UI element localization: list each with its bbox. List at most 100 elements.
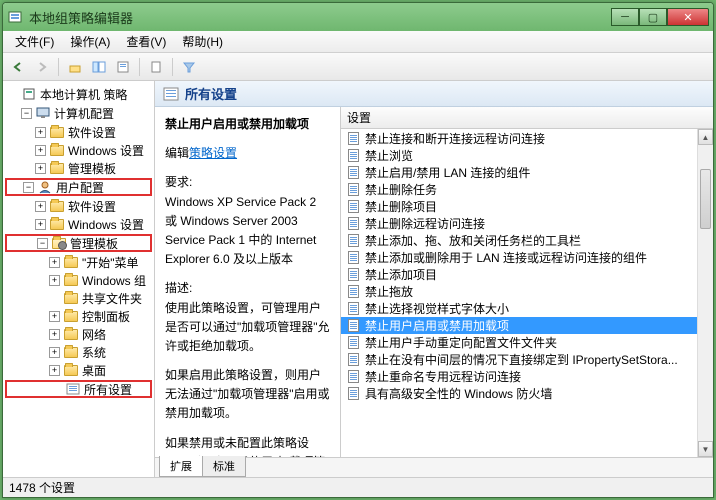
list-item[interactable]: 禁止添加、拖、放和关闭任务栏的工具栏 bbox=[341, 232, 713, 249]
policy-doc-icon bbox=[345, 302, 361, 316]
list-item[interactable]: 禁止用户手动重定向配置文件文件夹 bbox=[341, 334, 713, 351]
tree-pane[interactable]: 本地计算机 策略 − 计算机配置 +软件设置 +Windows 设置 +管理模板… bbox=[3, 81, 155, 477]
properties-button[interactable] bbox=[112, 56, 134, 78]
titlebar[interactable]: 本地组策略编辑器 ─ ▢ ✕ bbox=[3, 3, 713, 31]
policy-doc-icon bbox=[345, 166, 361, 180]
pane-title: 所有设置 bbox=[185, 84, 237, 103]
tree-item[interactable]: +"开始"菜单 bbox=[5, 253, 152, 271]
expand-icon[interactable]: + bbox=[35, 201, 46, 212]
main-window: 本地组策略编辑器 ─ ▢ ✕ 文件(F) 操作(A) 查看(V) 帮助(H) 本… bbox=[2, 2, 714, 498]
menu-file[interactable]: 文件(F) bbox=[7, 31, 62, 52]
list-item[interactable]: 禁止连接和断开连接远程访问连接 bbox=[341, 130, 713, 147]
list-item[interactable]: 禁止拖放 bbox=[341, 283, 713, 300]
separator bbox=[58, 58, 59, 76]
list-item[interactable]: 禁止在没有中间层的情况下直接绑定到 IPropertySetStora... bbox=[341, 351, 713, 368]
settings-list-icon bbox=[65, 382, 81, 396]
policy-doc-icon bbox=[345, 200, 361, 214]
list-item[interactable]: 禁止删除项目 bbox=[341, 198, 713, 215]
filter-button[interactable] bbox=[178, 56, 200, 78]
tree-item[interactable]: +控制面板 bbox=[5, 307, 152, 325]
expand-icon[interactable]: + bbox=[49, 329, 60, 340]
app-icon bbox=[7, 9, 23, 25]
scroll-thumb[interactable] bbox=[700, 169, 711, 229]
policy-icon bbox=[21, 87, 37, 101]
back-button[interactable] bbox=[7, 56, 29, 78]
tab-standard[interactable]: 标准 bbox=[202, 456, 246, 477]
right-pane: 所有设置 禁止用户启用或禁用加载项 编辑策略设置 要求: Windows XP … bbox=[155, 81, 713, 477]
list-item[interactable]: 禁止重命名专用远程访问连接 bbox=[341, 368, 713, 385]
column-header[interactable]: 设置 bbox=[341, 107, 713, 129]
tree-item[interactable]: +Windows 设置 bbox=[5, 215, 152, 233]
tree-item[interactable]: +网络 bbox=[5, 325, 152, 343]
policy-doc-icon bbox=[345, 285, 361, 299]
tree-item[interactable]: +Windows 设置 bbox=[5, 141, 152, 159]
expand-icon[interactable]: + bbox=[49, 365, 60, 376]
maximize-button[interactable]: ▢ bbox=[639, 8, 667, 26]
tree-item[interactable]: +系统 bbox=[5, 343, 152, 361]
requirements-label: 要求: bbox=[165, 173, 330, 192]
tree-admin-templates[interactable]: − 管理模板 bbox=[5, 234, 152, 252]
statusbar: 1478 个设置 bbox=[3, 477, 713, 497]
expand-icon[interactable]: + bbox=[49, 275, 60, 286]
list-item[interactable]: 禁止删除远程访问连接 bbox=[341, 215, 713, 232]
list-item[interactable]: 禁止用户启用或禁用加载项 bbox=[341, 317, 713, 334]
expand-icon[interactable]: + bbox=[35, 145, 46, 156]
expand-icon[interactable]: + bbox=[49, 311, 60, 322]
tree-computer-config[interactable]: − 计算机配置 bbox=[5, 104, 152, 122]
expand-icon[interactable]: + bbox=[49, 347, 60, 358]
expand-icon[interactable]: + bbox=[35, 163, 46, 174]
tree-user-config[interactable]: − 用户配置 bbox=[5, 178, 152, 196]
description-text: 如果禁用或未配置此策略设置，则用户可以使用"加载项管理器"中 bbox=[165, 434, 330, 457]
policy-doc-icon bbox=[345, 149, 361, 163]
tree-item[interactable]: +Windows 组 bbox=[5, 271, 152, 289]
show-tree-button[interactable] bbox=[88, 56, 110, 78]
toolbar bbox=[3, 53, 713, 81]
expand-icon[interactable]: + bbox=[35, 127, 46, 138]
list-item[interactable]: 禁止选择视觉样式字体大小 bbox=[341, 300, 713, 317]
up-button[interactable] bbox=[64, 56, 86, 78]
list-item[interactable]: 禁止启用/禁用 LAN 连接的组件 bbox=[341, 164, 713, 181]
forward-button[interactable] bbox=[31, 56, 53, 78]
description-label: 描述: bbox=[165, 279, 330, 298]
content-area: 本地计算机 策略 − 计算机配置 +软件设置 +Windows 设置 +管理模板… bbox=[3, 81, 713, 477]
tree-item[interactable]: 共享文件夹 bbox=[5, 289, 152, 307]
scroll-up-button[interactable]: ▲ bbox=[698, 129, 713, 145]
menu-view[interactable]: 查看(V) bbox=[118, 31, 174, 52]
expand-icon[interactable]: + bbox=[35, 219, 46, 230]
settings-list[interactable]: 设置 禁止连接和断开连接远程访问连接禁止浏览禁止启用/禁用 LAN 连接的组件禁… bbox=[341, 107, 713, 457]
computer-icon bbox=[35, 106, 51, 120]
policy-doc-icon bbox=[345, 251, 361, 265]
tree-item[interactable]: +桌面 bbox=[5, 361, 152, 379]
user-icon bbox=[37, 180, 53, 194]
list-item[interactable]: 禁止添加或删除用于 LAN 连接或远程访问连接的组件 bbox=[341, 249, 713, 266]
policy-doc-icon bbox=[345, 217, 361, 231]
tree-item[interactable]: +管理模板 bbox=[5, 159, 152, 177]
minimize-button[interactable]: ─ bbox=[611, 8, 639, 26]
list-item[interactable]: 禁止添加项目 bbox=[341, 266, 713, 283]
description-text: 如果启用此策略设置，则用户无法通过"加载项管理器"启用或禁用加载项。 bbox=[165, 366, 330, 424]
menu-action[interactable]: 操作(A) bbox=[62, 31, 118, 52]
menu-help[interactable]: 帮助(H) bbox=[174, 31, 231, 52]
tree-root[interactable]: 本地计算机 策略 bbox=[5, 85, 152, 103]
menubar: 文件(F) 操作(A) 查看(V) 帮助(H) bbox=[3, 31, 713, 53]
close-button[interactable]: ✕ bbox=[667, 8, 709, 26]
scrollbar-vertical[interactable]: ▲ ▼ bbox=[697, 129, 713, 457]
pane-header: 所有设置 bbox=[155, 81, 713, 107]
list-item[interactable]: 禁止浏览 bbox=[341, 147, 713, 164]
detail-pane: 禁止用户启用或禁用加载项 编辑策略设置 要求: Windows XP Servi… bbox=[155, 107, 341, 457]
scroll-down-button[interactable]: ▼ bbox=[698, 441, 713, 457]
tree-item[interactable]: +软件设置 bbox=[5, 197, 152, 215]
collapse-icon[interactable]: − bbox=[23, 182, 34, 193]
list-item[interactable]: 禁止删除任务 bbox=[341, 181, 713, 198]
tree-all-settings[interactable]: 所有设置 bbox=[5, 380, 152, 398]
collapse-icon[interactable]: − bbox=[37, 238, 48, 249]
export-button[interactable] bbox=[145, 56, 167, 78]
policy-doc-icon bbox=[345, 387, 361, 401]
tree-item[interactable]: +软件设置 bbox=[5, 123, 152, 141]
collapse-icon[interactable]: − bbox=[21, 108, 32, 119]
list-item[interactable]: 具有高级安全性的 Windows 防火墙 bbox=[341, 385, 713, 402]
expand-icon[interactable]: + bbox=[49, 257, 60, 268]
edit-policy-link[interactable]: 策略设置 bbox=[189, 146, 237, 160]
policy-doc-icon bbox=[345, 132, 361, 146]
tab-extended[interactable]: 扩展 bbox=[159, 456, 203, 477]
